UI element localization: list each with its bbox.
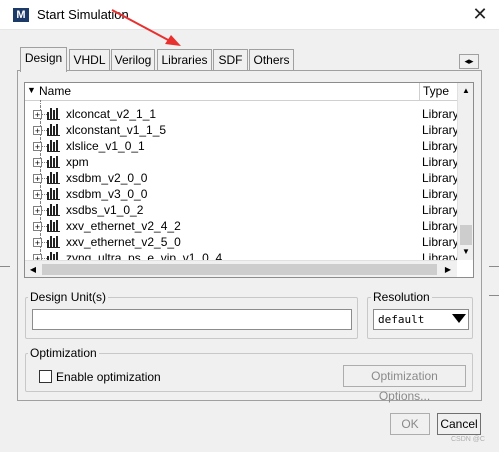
library-icon	[47, 236, 60, 248]
horizontal-scroll-thumb[interactable]	[42, 264, 437, 275]
app-logo-icon: M	[13, 8, 29, 22]
expand-icon[interactable]: +	[33, 174, 42, 184]
library-type: Library	[422, 219, 457, 233]
scroll-up-icon[interactable]: ▲	[458, 83, 473, 99]
library-icon	[47, 188, 60, 200]
scroll-left-icon[interactable]: ◀	[25, 261, 41, 277]
list-item[interactable]: + zynq_ultra_ps_e_vip_v1_0_4 Library	[25, 250, 457, 260]
background-line	[489, 266, 499, 267]
library-icon	[47, 204, 60, 216]
scroll-down-icon[interactable]: ▼	[458, 244, 473, 260]
library-type: Library	[422, 235, 457, 249]
design-unit-label: Design Unit(s)	[28, 290, 109, 304]
horizontal-scrollbar[interactable]: ◀ ▶	[25, 260, 457, 277]
library-icon	[47, 140, 60, 152]
expand-icon[interactable]: +	[33, 238, 42, 248]
enable-optimization-checkbox[interactable]	[39, 370, 52, 383]
library-type: Library	[422, 107, 457, 121]
library-icon	[47, 156, 60, 168]
enable-optimization-label[interactable]: Enable optimization	[56, 370, 161, 384]
library-icon	[47, 220, 60, 232]
library-name: xlconcat_v2_1_1	[66, 107, 157, 121]
expand-icon[interactable]: +	[33, 222, 42, 232]
resolution-value: default	[378, 313, 425, 326]
library-name: xsdbm_v2_0_0	[66, 171, 148, 185]
library-list[interactable]: ▼ Name Type + xlconcat_v2_1_1 Library + xlco…	[24, 82, 474, 278]
design-unit-input[interactable]	[32, 309, 352, 330]
cancel-button[interactable]: Cancel	[437, 413, 481, 435]
expand-icon[interactable]: +	[33, 126, 42, 136]
library-icon	[47, 124, 60, 136]
list-item[interactable]: + xsdbm_v2_0_0 Library	[25, 170, 457, 186]
list-item[interactable]: + xxv_ethernet_v2_4_2 Library	[25, 218, 457, 234]
window-title: Start Simulation	[37, 7, 129, 22]
list-item[interactable]: + xsdbm_v3_0_0 Library	[25, 186, 457, 202]
list-item[interactable]: + xxv_ethernet_v2_5_0 Library	[25, 234, 457, 250]
library-name: zynq_ultra_ps_e_vip_v1_0_4	[66, 251, 223, 260]
tab-scroll-arrows[interactable]: ◂▸	[459, 54, 479, 69]
background-line	[0, 266, 10, 267]
list-header: ▼ Name Type	[25, 83, 457, 101]
library-icon	[47, 172, 60, 184]
expand-icon[interactable]: +	[33, 206, 42, 216]
expand-icon[interactable]: +	[33, 158, 42, 168]
library-icon	[47, 252, 60, 260]
library-name: xsdbs_v1_0_2	[66, 203, 144, 217]
library-type: Library	[422, 251, 457, 260]
ok-button[interactable]: OK	[390, 413, 430, 435]
library-type: Library	[422, 187, 457, 201]
scroll-right-icon[interactable]: ▶	[440, 261, 456, 277]
list-item[interactable]: + xlconstant_v1_1_5 Library	[25, 122, 457, 138]
library-name: xlconstant_v1_1_5	[66, 123, 167, 137]
tab-libraries[interactable]: Libraries	[157, 49, 212, 71]
list-item[interactable]: + xsdbs_v1_0_2 Library	[25, 202, 457, 218]
expand-icon[interactable]: +	[33, 142, 42, 152]
tab-others[interactable]: Others	[249, 49, 294, 71]
vertical-scroll-thumb[interactable]	[460, 225, 472, 245]
library-name: xlslice_v1_0_1	[66, 139, 145, 153]
tab-design[interactable]: Design	[20, 47, 67, 72]
library-type: Library	[422, 203, 457, 217]
library-type: Library	[422, 139, 457, 153]
library-name: xxv_ethernet_v2_5_0	[66, 235, 181, 249]
expand-icon[interactable]: +	[33, 190, 42, 200]
tab-verilog[interactable]: Verilog	[111, 49, 155, 71]
list-item[interactable]: + xlconcat_v2_1_1 Library	[25, 106, 457, 122]
tab-sdf[interactable]: SDF	[213, 49, 248, 71]
close-icon[interactable]: ✕	[468, 3, 492, 25]
expand-icon[interactable]: +	[33, 110, 42, 120]
column-header-type[interactable]: Type	[423, 84, 449, 98]
library-type: Library	[422, 155, 457, 169]
watermark: CSDN @C	[451, 436, 485, 443]
column-header-name[interactable]: Name	[39, 84, 71, 98]
optimization-options-button[interactable]: Optimization Options...	[343, 365, 466, 403]
vertical-scrollbar[interactable]: ▲ ▼	[457, 83, 473, 260]
list-rows: + xlconcat_v2_1_1 Library + xlconstant_v1_1_…	[25, 100, 457, 260]
list-item[interactable]: + xlslice_v1_0_1 Library	[25, 138, 457, 154]
library-type: Library	[422, 123, 457, 137]
tab-vhdl[interactable]: VHDL	[69, 49, 110, 71]
column-separator[interactable]	[419, 83, 420, 100]
dropdown-arrow-icon[interactable]	[452, 314, 466, 323]
resolution-select[interactable]: default	[373, 309, 469, 330]
resolution-label: Resolution	[371, 290, 432, 304]
library-type: Library	[422, 171, 457, 185]
library-name: xsdbm_v3_0_0	[66, 187, 148, 201]
background-line	[489, 295, 499, 296]
optimization-label: Optimization	[28, 346, 99, 360]
library-name: xpm	[66, 155, 89, 169]
sort-arrow-icon[interactable]: ▼	[27, 85, 36, 95]
library-icon	[47, 108, 60, 120]
library-name: xxv_ethernet_v2_4_2	[66, 219, 181, 233]
list-item[interactable]: + xpm Library	[25, 154, 457, 170]
